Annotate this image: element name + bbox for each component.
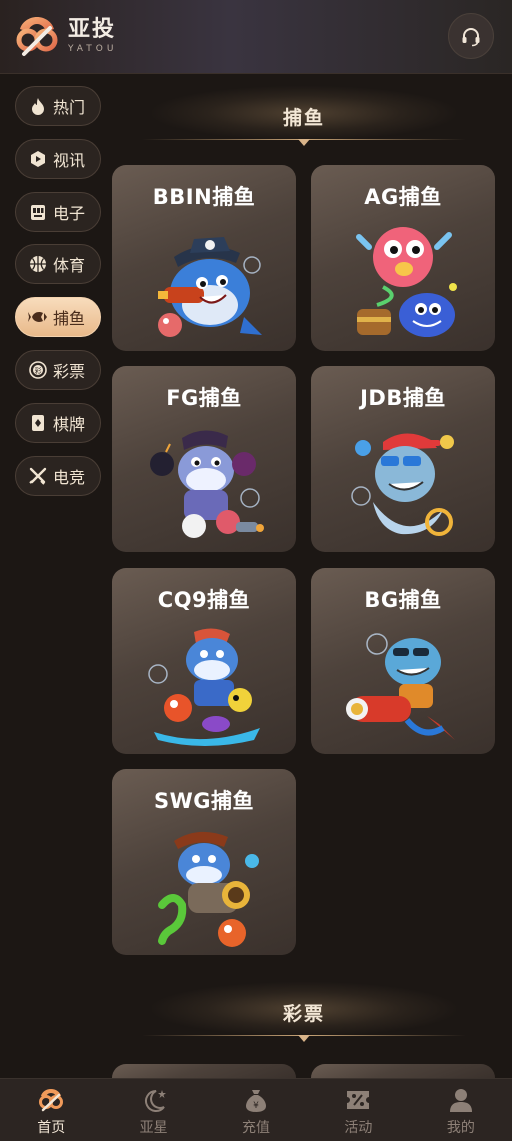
swords-icon (28, 466, 48, 486)
game-card-title: BBIN捕鱼 (152, 185, 256, 209)
shark-sunglasses-cap-illustration (351, 433, 454, 536)
game-card-title: FG捕鱼 (166, 386, 242, 410)
brand-name: 亚投 (68, 17, 117, 42)
game-card-title: CQ9捕鱼 (157, 588, 251, 612)
nav-label: 首页 (37, 1120, 66, 1136)
game-card-swg-fishing[interactable]: SWG捕鱼 (112, 769, 296, 955)
game-card-partial[interactable] (112, 1064, 296, 1078)
game-card-bg-fishing[interactable]: BG捕鱼 (311, 568, 495, 754)
shark-sunglasses-cannon-illustration (346, 633, 455, 740)
game-card-cq9-fishing[interactable]: CQ9捕鱼 (112, 568, 296, 754)
sidebar-item-label: 棋牌 (53, 414, 86, 434)
shark-pirate-seahorse-illustration (158, 831, 259, 947)
sidebar-item-label: 电子 (53, 203, 86, 223)
section-title: 彩票 (282, 1002, 325, 1025)
top-header: 亚投 YATOU (0, 0, 512, 74)
section-header-fishing: 捕鱼 (112, 86, 496, 146)
customer-service-button[interactable] (448, 13, 494, 59)
cards-icon (28, 413, 48, 433)
sidebar-item-esports[interactable]: 电竞 (15, 455, 101, 496)
moon-star-icon (140, 1087, 168, 1113)
play-icon (28, 149, 48, 169)
sidebar-item-label: 体育 (53, 256, 86, 276)
percent-ticket-icon (344, 1087, 372, 1113)
section-header-lottery: 彩票 (112, 982, 496, 1042)
game-card-title: SWG捕鱼 (153, 789, 255, 813)
home-logo-icon (37, 1087, 65, 1113)
sidebar-item-live[interactable]: 视讯 (15, 138, 101, 179)
sidebar-item-label: 捕鱼 (53, 309, 86, 329)
nav-item-yastar[interactable]: 亚星 (102, 1079, 204, 1141)
nav-item-profile[interactable]: 我的 (410, 1079, 512, 1141)
brand-name-en: YATOU (68, 44, 118, 54)
sidebar-item-hot[interactable]: 热门 (15, 86, 101, 126)
nav-label: 活动 (344, 1120, 373, 1136)
game-card-partial[interactable] (311, 1064, 495, 1078)
lottery-icon: 彩 (28, 360, 48, 380)
slot-machine-icon (28, 202, 48, 222)
user-icon (447, 1087, 475, 1113)
game-card-fg-fishing[interactable]: FG捕鱼 (112, 366, 296, 552)
game-card-ag-fishing[interactable]: AG捕鱼 (311, 165, 495, 351)
pufferfish-and-fish-illustration (356, 227, 457, 337)
section-notch (298, 139, 310, 146)
brand-logo[interactable]: 亚投 YATOU (14, 14, 117, 58)
nav-label: 充值 (242, 1120, 271, 1136)
game-card-title: BG捕鱼 (364, 588, 442, 612)
sidebar-item-slots[interactable]: 电子 (15, 191, 101, 232)
headset-icon (462, 28, 480, 47)
shark-bandana-fishes-illustration (148, 628, 260, 746)
nav-item-promotions[interactable]: 活动 (307, 1079, 409, 1141)
flame-icon (28, 96, 48, 116)
game-card-jdb-fishing[interactable]: JDB捕鱼 (311, 366, 495, 552)
sidebar-item-label: 视讯 (53, 150, 86, 170)
logo-mark-icon (16, 17, 58, 58)
nav-label: 亚星 (139, 1120, 168, 1136)
nav-label: 我的 (446, 1120, 475, 1136)
shark-pirate-bombs-illustration (150, 430, 264, 538)
sidebar-item-label: 热门 (53, 98, 86, 117)
section-notch (298, 1035, 310, 1042)
game-card-title: AG捕鱼 (364, 185, 442, 209)
basketball-icon (28, 254, 48, 274)
section-title: 捕鱼 (282, 106, 325, 129)
game-card-title: JDB捕鱼 (360, 386, 446, 410)
sidebar-item-lottery[interactable]: 彩 彩票 (15, 349, 101, 390)
category-sidebar: 热门 视讯 电子 体育 捕鱼 彩 彩票 棋牌 电竞 (15, 86, 101, 508)
svg-text:彩: 彩 (35, 366, 42, 375)
sidebar-item-fishing[interactable]: 捕鱼 (15, 297, 101, 338)
nav-item-deposit[interactable]: ¥ 充值 (205, 1079, 307, 1141)
nav-item-home[interactable]: 首页 (0, 1079, 102, 1141)
sidebar-item-label: 电竞 (53, 467, 86, 487)
shark-pirate-cannon-illustration (158, 237, 262, 337)
bottom-navigation: 首页 亚星 ¥ 充值 活动 我的 (0, 1078, 512, 1141)
sidebar-item-cards[interactable]: 棋牌 (15, 402, 101, 443)
fish-icon (28, 307, 48, 327)
sidebar-item-label: 彩票 (53, 361, 86, 381)
game-card-bbin-fishing[interactable]: BBIN捕鱼 (112, 165, 296, 351)
svg-text:¥: ¥ (253, 1101, 259, 1111)
money-bag-icon: ¥ (242, 1087, 270, 1113)
sidebar-item-sports[interactable]: 体育 (15, 244, 101, 285)
